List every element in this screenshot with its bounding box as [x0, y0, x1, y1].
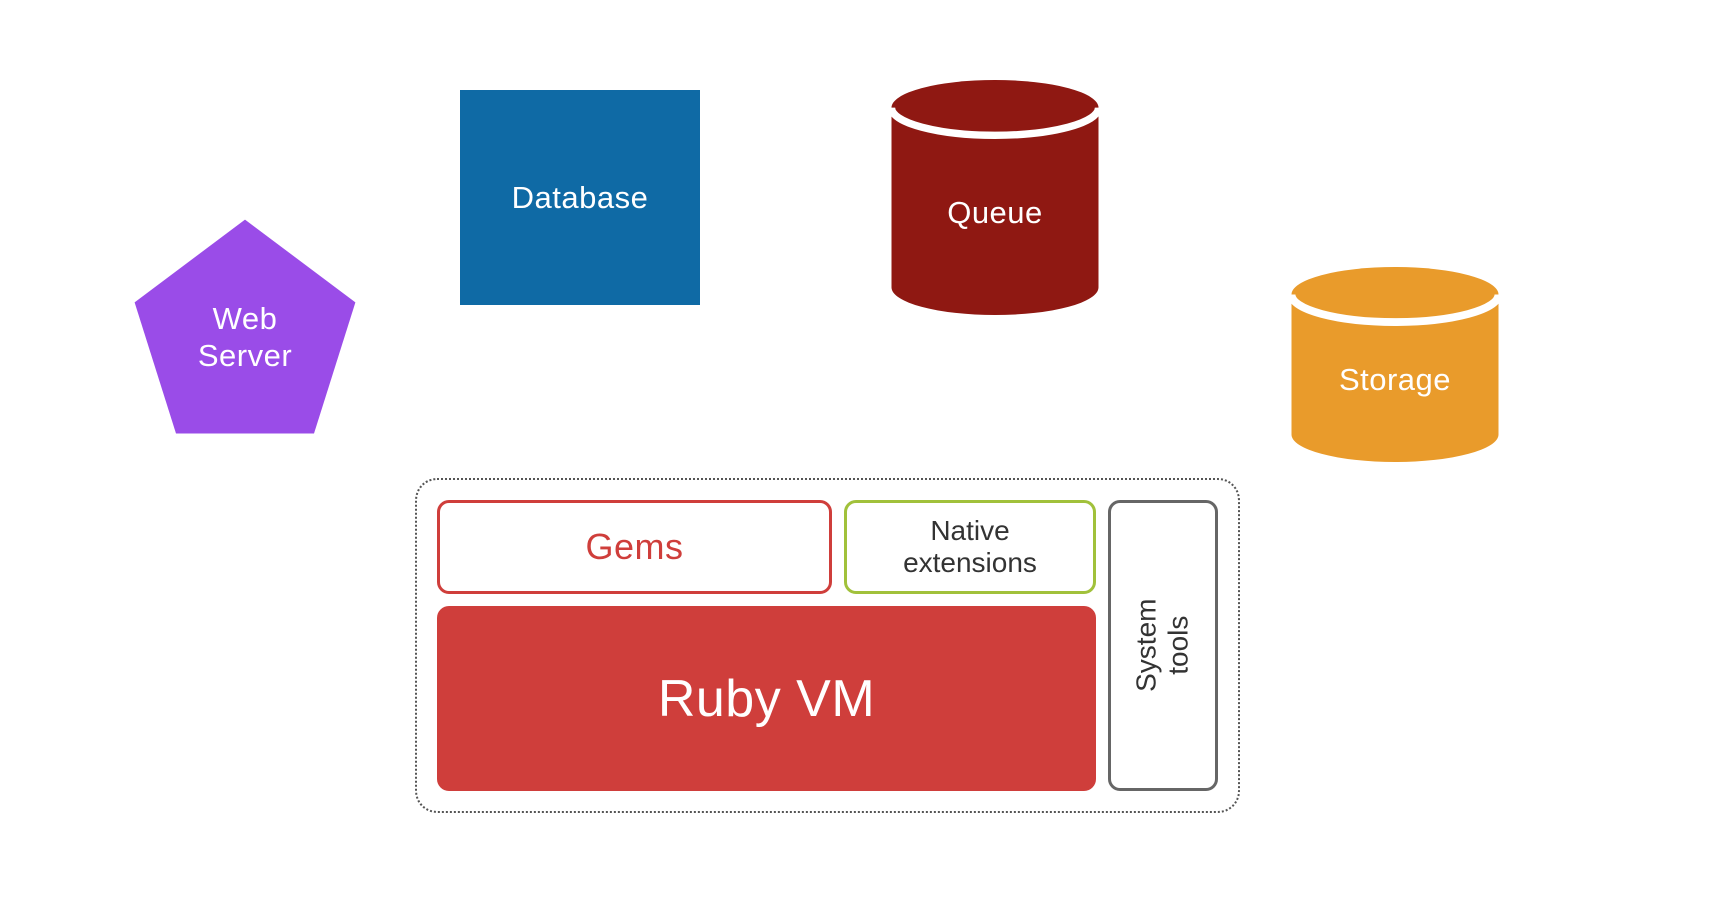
- queue-label: Queue: [880, 195, 1110, 231]
- ruby-vm-label: Ruby VM: [658, 669, 875, 729]
- storage-node: Storage: [1280, 267, 1510, 462]
- system-tools-box: System tools: [1108, 500, 1218, 791]
- runtime-top-row: Gems Native extensions: [437, 500, 1096, 594]
- system-tools-label: System tools: [1131, 599, 1195, 692]
- web-server-label: Web Server: [130, 300, 360, 374]
- web-server-label-line1: Web: [213, 301, 278, 336]
- gems-box: Gems: [437, 500, 832, 594]
- web-server-label-line2: Server: [198, 338, 292, 373]
- ruby-vm-box: Ruby VM: [437, 606, 1096, 791]
- database-label: Database: [512, 180, 649, 216]
- queue-node: Queue: [880, 80, 1110, 315]
- native-extensions-box: Native extensions: [844, 500, 1096, 594]
- native-extensions-label: Native extensions: [903, 515, 1037, 579]
- storage-label: Storage: [1280, 362, 1510, 398]
- runtime-left-column: Gems Native extensions Ruby VM: [437, 500, 1096, 791]
- runtime-container: Gems Native extensions Ruby VM System to…: [415, 478, 1240, 813]
- gems-label: Gems: [585, 526, 683, 568]
- database-node: Database: [460, 90, 700, 305]
- web-server-node: Web Server: [130, 215, 360, 445]
